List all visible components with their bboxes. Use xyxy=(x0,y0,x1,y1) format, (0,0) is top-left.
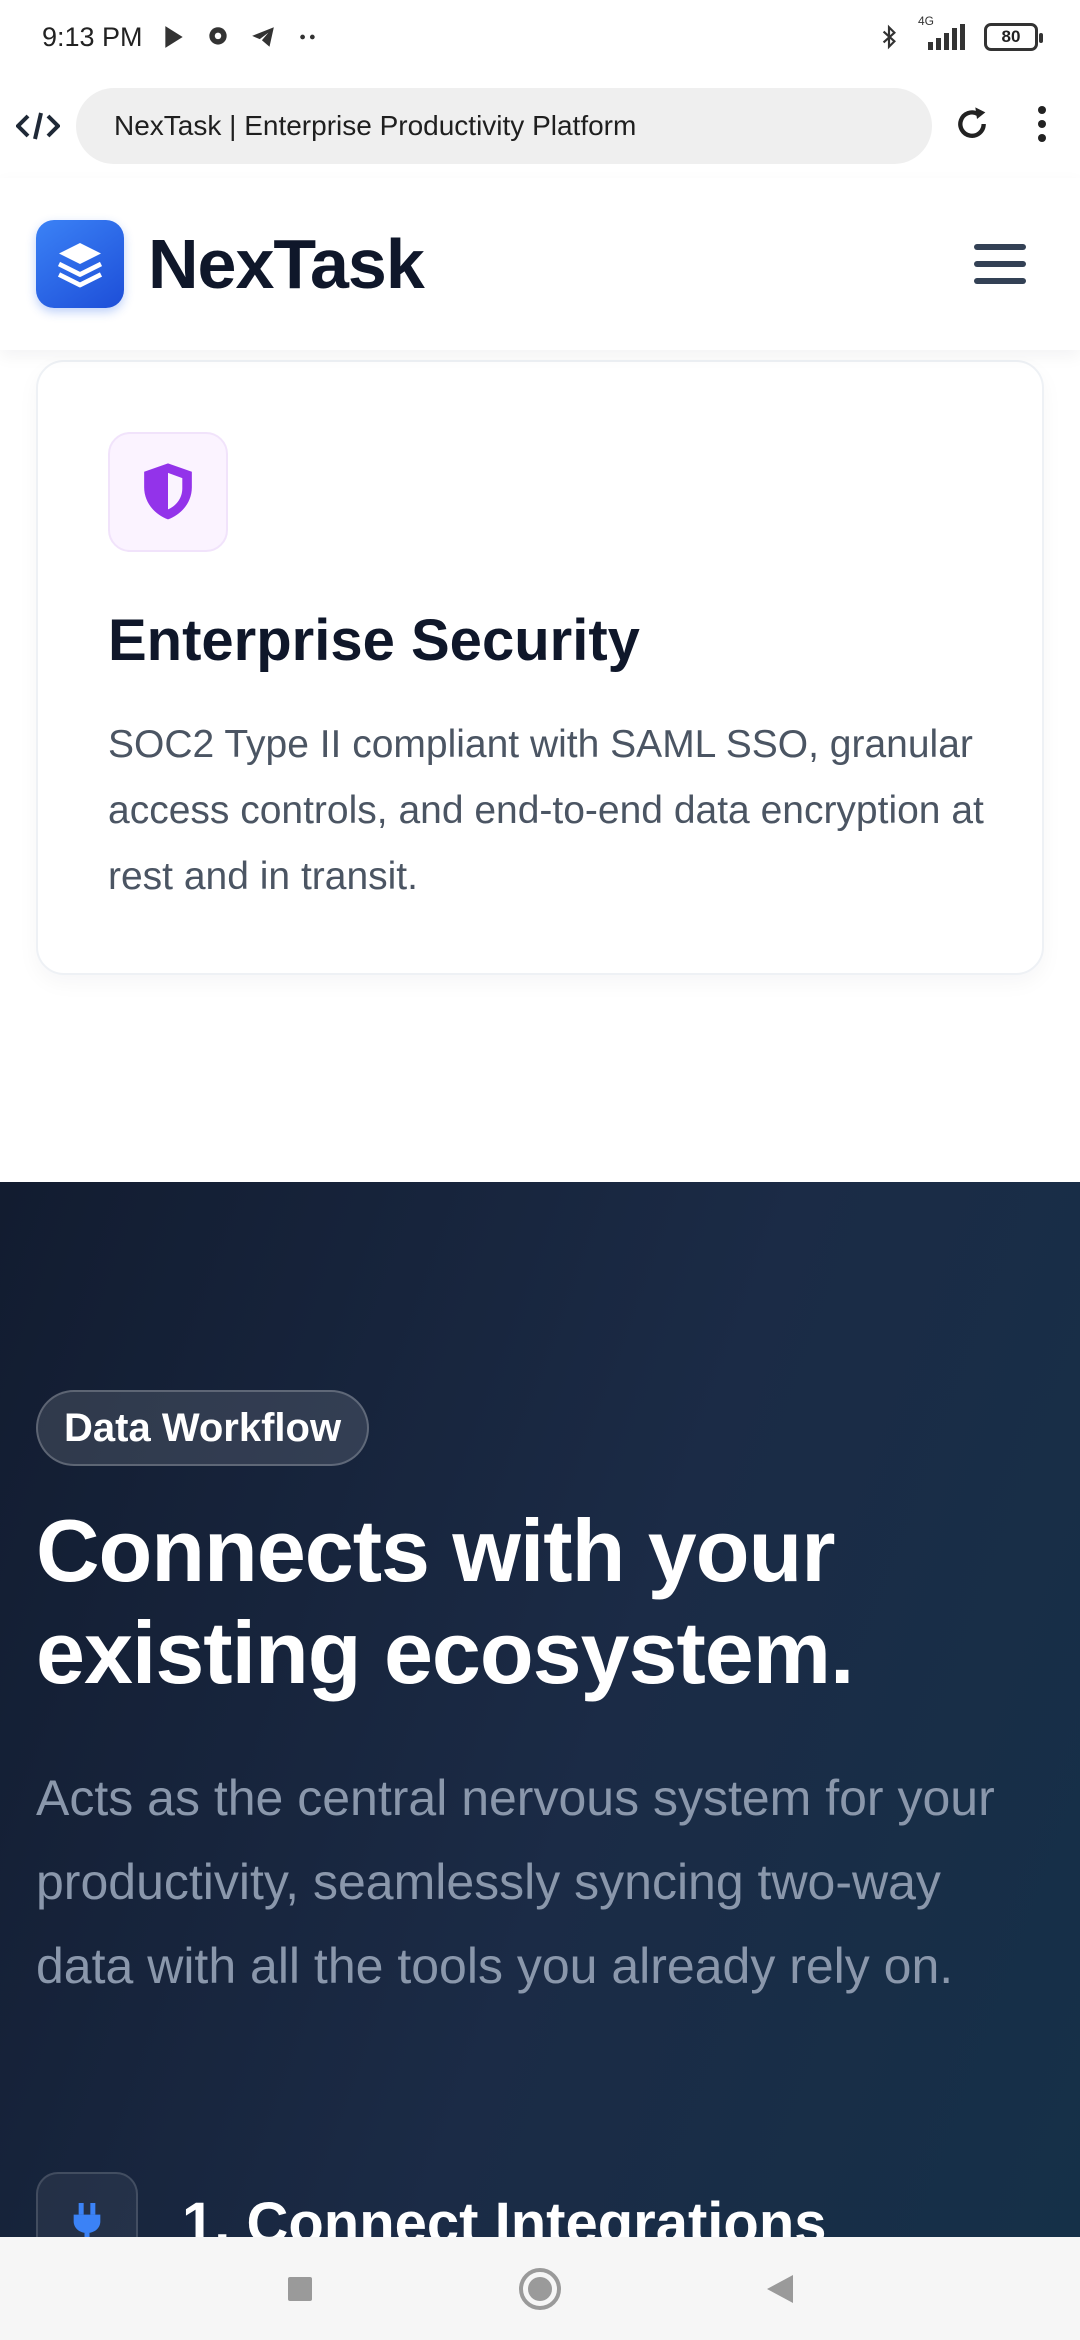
address-bar[interactable]: NexTask | Enterprise Productivity Platfo… xyxy=(76,88,932,164)
browser-actions xyxy=(952,104,1048,149)
shield-icon xyxy=(108,432,228,552)
screen: 9:13 PM 4G 80 NexTask | Enterprise Produ… xyxy=(0,0,1080,2340)
features-section: Enterprise Security SOC2 Type II complia… xyxy=(0,350,1080,1182)
workflow-description: Acts as the central nervous system for y… xyxy=(36,1770,995,1994)
site-header: NexTask xyxy=(0,178,1080,350)
battery-icon: 80 xyxy=(984,23,1043,51)
overflow-menu-icon[interactable] xyxy=(1036,104,1048,149)
hamburger-icon[interactable] xyxy=(974,234,1034,294)
workflow-title-line1: Connects with your xyxy=(36,1501,835,1600)
status-time: 9:13 PM xyxy=(42,21,143,52)
workflow-section: Data Workflow Connects with your existin… xyxy=(0,1182,1080,2237)
bluetooth-icon xyxy=(876,22,902,52)
feature-description: SOC2 Type II compliant with SAML SSO, gr… xyxy=(108,723,984,898)
site-code-icon[interactable] xyxy=(16,104,60,148)
step-title: 1. Connect Integrations xyxy=(182,2190,827,2238)
workflow-title-line2: existing ecosystem. xyxy=(36,1603,854,1702)
home-circle-icon[interactable] xyxy=(510,2259,570,2319)
play-store-icon xyxy=(161,24,187,50)
reload-icon[interactable] xyxy=(952,104,992,149)
url-text: NexTask | Enterprise Productivity Platfo… xyxy=(114,110,637,141)
brand-name: NexTask xyxy=(148,225,425,303)
status-bar: 9:13 PM 4G 80 xyxy=(0,0,1080,74)
browser-toolbar: NexTask | Enterprise Productivity Platfo… xyxy=(0,74,1080,178)
workflow-title: Connects with your existing ecosystem. xyxy=(36,1500,1046,1704)
signal-icon: 4G xyxy=(918,14,966,50)
telegram-icon xyxy=(249,24,277,50)
workflow-badge: Data Workflow xyxy=(36,1390,370,1466)
system-nav-bar xyxy=(0,2237,1080,2340)
chat-icon xyxy=(205,24,231,50)
layers-icon xyxy=(36,220,124,308)
status-left: 9:13 PM xyxy=(42,22,321,53)
brand[interactable]: NexTask xyxy=(36,220,425,308)
back-triangle-icon[interactable] xyxy=(750,2259,810,2319)
feature-card: Enterprise Security SOC2 Type II complia… xyxy=(36,360,1044,975)
feature-title: Enterprise Security xyxy=(108,608,640,673)
status-right: 4G 80 xyxy=(876,14,1043,52)
plug-icon xyxy=(36,2172,138,2237)
network-label: 4G xyxy=(918,14,935,28)
step-item: 1. Connect Integrations xyxy=(36,2172,827,2237)
recents-square-icon[interactable] xyxy=(270,2259,330,2319)
more-dots-icon xyxy=(295,24,321,50)
